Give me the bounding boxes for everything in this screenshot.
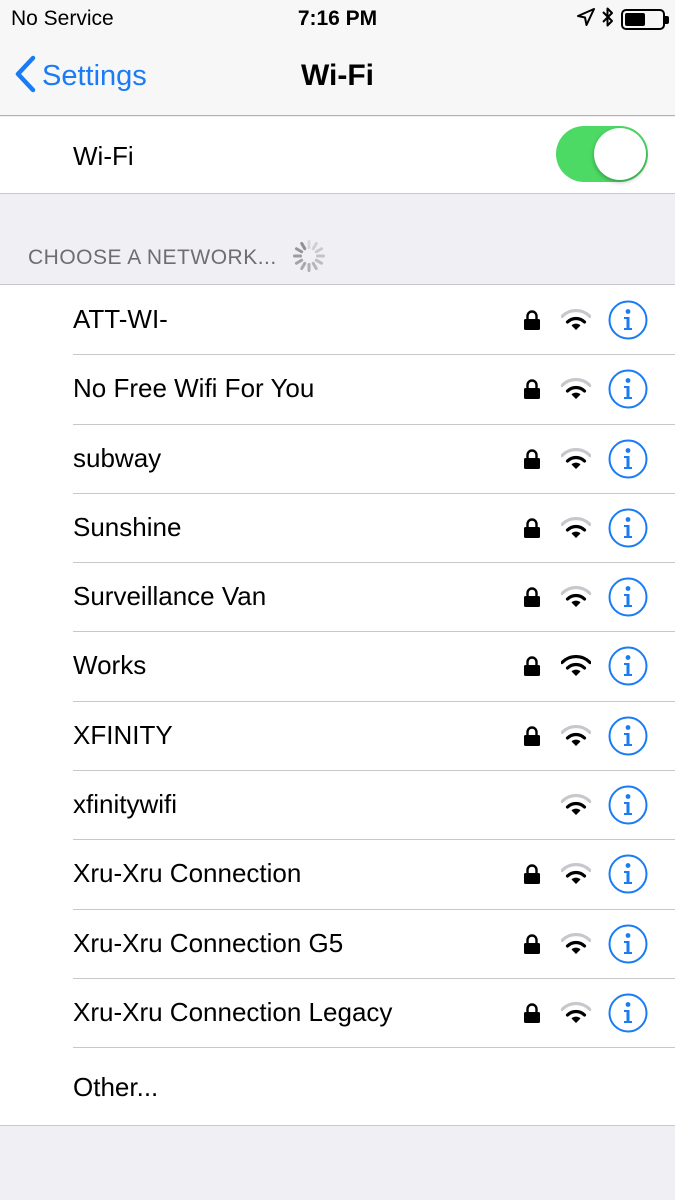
network-name: Works: [73, 650, 147, 681]
location-arrow-icon: [577, 7, 595, 31]
network-row[interactable]: Xru-Xru Connection Legacy: [0, 977, 675, 1047]
page-title: Wi-Fi: [300, 59, 375, 92]
section-header: CHOOSE A NETWORK...: [28, 239, 327, 272]
info-icon[interactable]: [608, 439, 648, 479]
info-icon[interactable]: [608, 924, 648, 964]
network-row[interactable]: Xru-Xru Connection: [0, 839, 675, 908]
switch-knob: [594, 128, 646, 180]
lock-icon: [523, 726, 541, 746]
wifi-signal-icon: [560, 794, 592, 816]
wifi-signal-icon: [560, 1002, 592, 1024]
wifi-signal-icon: [560, 378, 592, 400]
section-header-text: CHOOSE A NETWORK...: [28, 246, 277, 269]
wifi-signal-icon: [560, 516, 592, 539]
info-icon[interactable]: [608, 369, 648, 409]
network-row[interactable]: Sunshine: [0, 492, 675, 562]
network-row[interactable]: Xru-Xru Connection G5: [0, 908, 675, 978]
battery-level: [625, 12, 645, 26]
status-icons: [577, 6, 669, 33]
bluetooth-icon: [601, 6, 615, 33]
wifi-toggle-row: Wi-Fi: [0, 117, 675, 194]
network-name: ATT-WI-: [73, 304, 168, 334]
wifi-signal-icon: [560, 447, 592, 470]
network-list: ATT-WI- No Free Wifi For You subway Sunshin…: [0, 284, 675, 1127]
info-icon[interactable]: [608, 854, 648, 894]
network-name: XFINITY: [73, 719, 173, 750]
lock-icon: [523, 933, 541, 954]
info-icon[interactable]: [608, 646, 648, 686]
network-name: Xru-Xru Connection: [73, 858, 302, 889]
navigation-bar: Settings Wi-Fi: [0, 38, 675, 116]
clock: 7:16 PM: [297, 7, 378, 30]
network-name: xfinitywifi: [73, 789, 178, 820]
network-row[interactable]: xfinitywifi: [0, 770, 675, 839]
lock-icon: [523, 379, 541, 400]
wifi-signal-icon: [560, 655, 592, 677]
info-icon[interactable]: [608, 993, 648, 1033]
other-network-label: Other...: [73, 1072, 159, 1103]
network-row[interactable]: subway: [0, 423, 675, 493]
network-name: Xru-Xru Connection G5: [73, 927, 344, 958]
wifi-settings-screen: No Service 7:16 PM Settings Wi-Fi Wi-Fi: [0, 0, 675, 1200]
lock-icon: [523, 1003, 541, 1023]
wifi-signal-icon: [560, 724, 592, 747]
info-icon[interactable]: [608, 508, 648, 548]
activity-spinner-icon: [291, 238, 327, 279]
network-row[interactable]: Surveillance Van: [0, 562, 675, 631]
info-icon[interactable]: [608, 577, 648, 617]
info-icon[interactable]: [608, 300, 648, 340]
wifi-signal-icon: [560, 586, 592, 608]
lock-icon: [523, 310, 541, 330]
network-name: Sunshine: [73, 511, 182, 542]
battery-icon: [621, 8, 669, 30]
network-name: Xru-Xru Connection Legacy: [73, 996, 393, 1027]
network-name: subway: [73, 442, 162, 473]
network-row[interactable]: No Free Wifi For You: [0, 354, 675, 423]
wifi-signal-icon: [560, 309, 592, 331]
wifi-signal-icon: [560, 863, 592, 885]
lock-icon: [523, 656, 541, 677]
other-network-row[interactable]: Other...: [0, 1047, 675, 1125]
lock-icon: [523, 864, 541, 885]
info-icon[interactable]: [608, 716, 648, 756]
lock-icon: [523, 448, 541, 469]
wifi-toggle-label: Wi-Fi: [73, 141, 134, 171]
wifi-toggle-switch[interactable]: [556, 126, 648, 182]
info-icon[interactable]: [608, 785, 648, 825]
wifi-signal-icon: [560, 932, 592, 955]
lock-icon: [523, 518, 541, 538]
network-row[interactable]: Works: [0, 631, 675, 700]
status-bar: No Service 7:16 PM: [0, 0, 675, 38]
network-name: Surveillance Van: [73, 581, 267, 612]
lock-icon: [523, 587, 541, 608]
network-row[interactable]: ATT-WI-: [0, 285, 675, 354]
network-row[interactable]: XFINITY: [0, 700, 675, 770]
network-name: No Free Wifi For You: [73, 373, 315, 404]
